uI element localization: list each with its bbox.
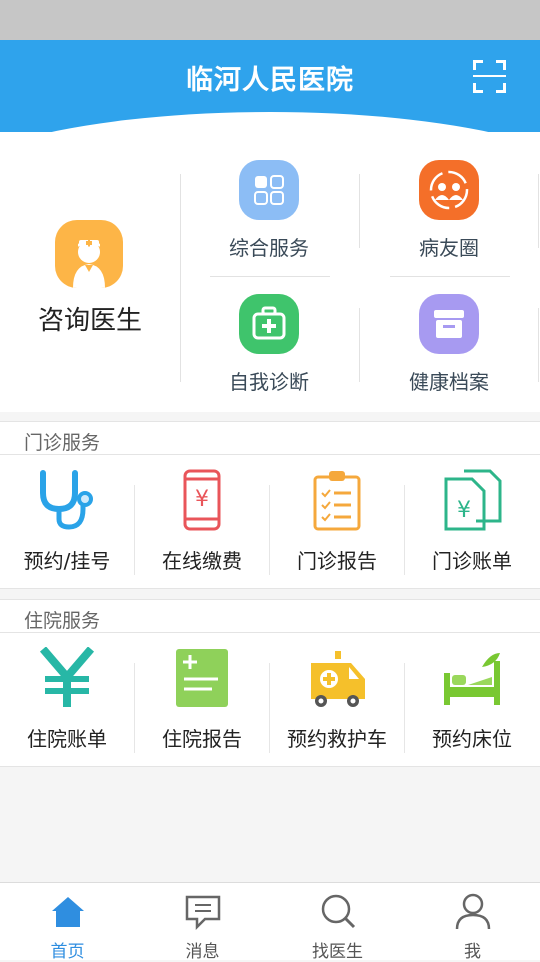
book-ambulance-button[interactable]: 预约救护车 — [270, 633, 404, 767]
inpatient-section-header: 住院服务 — [0, 599, 540, 633]
patient-circle-button[interactable]: 病友圈 — [359, 132, 539, 262]
inpatient-bill-label: 住院账单 — [27, 727, 107, 751]
inpatient-bill-button[interactable]: 住院账单 — [0, 633, 134, 767]
outpatient-section-title: 门诊服务 — [24, 432, 101, 454]
bottom-tab-bar: 首页 消息 找医生 我 — [0, 882, 540, 962]
page-title: 临河人民医院 — [186, 65, 354, 96]
tab-me-label: 我 — [464, 942, 481, 962]
bill-icon: ¥ — [442, 469, 502, 531]
comprehensive-service-label: 综合服务 — [229, 236, 309, 260]
outpatient-section-header: 门诊服务 — [0, 421, 540, 455]
first-aid-icon — [239, 294, 299, 354]
tab-home[interactable]: 首页 — [0, 883, 135, 962]
inpatient-report-button[interactable]: 住院报告 — [135, 633, 269, 767]
self-diagnosis-button[interactable]: 自我诊断 — [179, 266, 359, 396]
book-bed-button[interactable]: 预约床位 — [405, 633, 539, 767]
phone-payment-icon: ¥ — [172, 469, 232, 531]
search-icon — [321, 894, 356, 929]
appointment-button[interactable]: 预约/挂号 — [0, 455, 134, 589]
comprehensive-service-button[interactable]: 综合服务 — [179, 132, 359, 262]
tab-find-doctor[interactable]: 找医生 — [270, 883, 405, 962]
yen-icon — [37, 646, 97, 709]
svg-text:¥: ¥ — [195, 487, 209, 512]
tab-messages[interactable]: 消息 — [135, 883, 270, 962]
stethoscope-icon — [37, 469, 97, 531]
online-payment-label: 在线缴费 — [162, 549, 242, 573]
appointment-label: 预约/挂号 — [23, 549, 111, 573]
book-bed-label: 预约床位 — [432, 727, 512, 751]
outpatient-bill-button[interactable]: ¥ 门诊账单 — [405, 455, 539, 589]
svg-text:¥: ¥ — [457, 498, 471, 523]
message-icon — [185, 895, 221, 931]
status-bar — [0, 0, 540, 40]
self-diagnosis-label: 自我诊断 — [229, 370, 309, 394]
inpatient-grid: 住院账单 住院报告 预约救护车 预约床位 — [0, 633, 540, 767]
grid-icon — [239, 160, 299, 220]
consult-doctor-button[interactable]: 咨询医生 — [0, 132, 180, 412]
inpatient-section-title: 住院服务 — [24, 610, 101, 632]
outpatient-grid: 预约/挂号 ¥ 在线缴费 门诊报告 ¥ 门诊账单 — [0, 455, 540, 589]
tab-find-doctor-label: 找医生 — [312, 942, 363, 962]
patient-circle-label: 病友圈 — [419, 236, 479, 260]
tab-me[interactable]: 我 — [405, 883, 540, 962]
outpatient-report-button[interactable]: 门诊报告 — [270, 455, 404, 589]
tab-messages-label: 消息 — [185, 942, 220, 962]
header-curve — [0, 112, 540, 132]
home-icon — [52, 897, 84, 927]
online-payment-button[interactable]: ¥ 在线缴费 — [135, 455, 269, 589]
bed-icon — [442, 647, 502, 709]
scan-icon[interactable] — [473, 60, 506, 93]
user-icon — [455, 893, 491, 930]
outpatient-report-label: 门诊报告 — [297, 549, 377, 573]
archive-icon — [419, 294, 479, 354]
consult-doctor-label: 咨询医生 — [37, 306, 142, 336]
ambulance-icon — [307, 647, 367, 709]
health-record-label: 健康档案 — [409, 370, 489, 394]
inpatient-report-label: 住院报告 — [162, 727, 242, 751]
outpatient-bill-label: 门诊账单 — [432, 549, 512, 573]
book-ambulance-label: 预约救护车 — [287, 727, 387, 751]
doctor-icon — [55, 220, 123, 288]
clipboard-icon — [307, 469, 367, 531]
report-icon — [172, 647, 232, 709]
quick-panel: 咨询医生 综合服务 病友圈 自我诊断 健康档案 — [0, 132, 540, 412]
tab-home-label: 首页 — [50, 942, 85, 962]
patient-circle-icon — [419, 160, 479, 220]
health-record-button[interactable]: 健康档案 — [359, 266, 539, 396]
